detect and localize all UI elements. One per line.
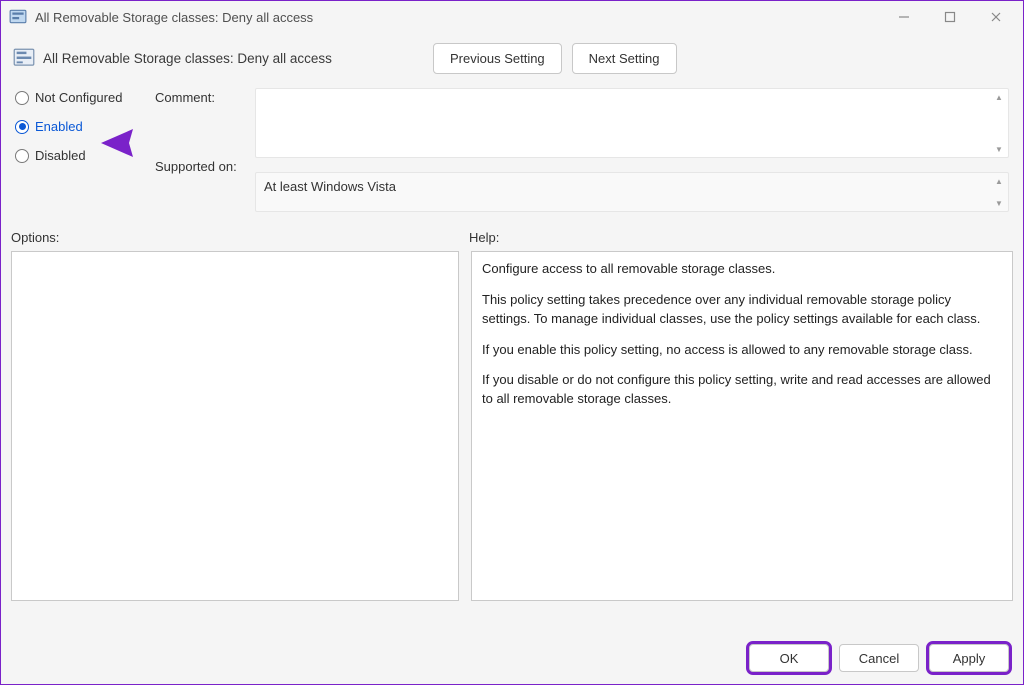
policy-name: All Removable Storage classes: Deny all … [43, 51, 423, 66]
comment-scroll-up-icon[interactable]: ▲ [992, 91, 1006, 103]
state-radio-group: Not Configured Enabled Disabled [15, 82, 151, 163]
mid-labels: Options: Help: [1, 212, 1023, 251]
options-pane[interactable] [11, 251, 459, 601]
radio-not-configured-label: Not Configured [35, 90, 122, 105]
radio-disabled-label: Disabled [35, 148, 86, 163]
supported-on-value: At least Windows Vista [264, 179, 396, 194]
help-pane[interactable]: Configure access to all removable storag… [471, 251, 1013, 601]
radio-not-configured-indicator [15, 91, 29, 105]
radio-enabled[interactable]: Enabled [15, 119, 151, 134]
comment-scroll-down-icon[interactable]: ▼ [992, 143, 1006, 155]
help-label: Help: [469, 230, 1009, 245]
cancel-button[interactable]: Cancel [839, 644, 919, 672]
supported-scroll-up-icon[interactable]: ▲ [992, 175, 1006, 187]
window-title: All Removable Storage classes: Deny all … [35, 10, 881, 25]
options-label: Options: [11, 230, 469, 245]
maximize-button[interactable] [927, 2, 973, 32]
field-labels-column: Comment: Supported on: [155, 82, 251, 174]
comment-label: Comment: [155, 90, 251, 105]
apply-button[interactable]: Apply [929, 644, 1009, 672]
lower-panes: Configure access to all removable storag… [1, 251, 1023, 634]
policy-setting-icon [13, 48, 35, 70]
header-row: All Removable Storage classes: Deny all … [1, 33, 1023, 82]
minimize-button[interactable] [881, 2, 927, 32]
dialog-footer: OK Cancel Apply [1, 634, 1023, 684]
ok-button[interactable]: OK [749, 644, 829, 672]
radio-disabled-indicator [15, 149, 29, 163]
supported-on-label: Supported on: [155, 159, 251, 174]
comment-textarea[interactable]: ▲ ▼ [255, 88, 1009, 158]
field-values-column: ▲ ▼ At least Windows Vista ▲ ▼ [255, 82, 1009, 212]
radio-not-configured[interactable]: Not Configured [15, 90, 151, 105]
upper-grid: Not Configured Enabled Disabled Comment:… [1, 82, 1023, 212]
gpedit-policy-dialog: All Removable Storage classes: Deny all … [0, 0, 1024, 685]
policy-window-icon [9, 8, 27, 26]
radio-disabled[interactable]: Disabled [15, 148, 151, 163]
radio-enabled-indicator [15, 120, 29, 134]
supported-scroll-down-icon[interactable]: ▼ [992, 197, 1006, 209]
window-controls [881, 2, 1019, 32]
help-paragraph: If you disable or do not configure this … [482, 371, 1002, 409]
help-paragraph: Configure access to all removable storag… [482, 260, 1002, 279]
title-bar: All Removable Storage classes: Deny all … [1, 1, 1023, 33]
previous-setting-button[interactable]: Previous Setting [433, 43, 562, 74]
nav-buttons: Previous Setting Next Setting [433, 43, 677, 74]
radio-enabled-label: Enabled [35, 119, 83, 134]
help-paragraph: This policy setting takes precedence ove… [482, 291, 1002, 329]
help-paragraph: If you enable this policy setting, no ac… [482, 341, 1002, 360]
close-button[interactable] [973, 2, 1019, 32]
supported-on-field: At least Windows Vista ▲ ▼ [255, 172, 1009, 212]
next-setting-button[interactable]: Next Setting [572, 43, 677, 74]
